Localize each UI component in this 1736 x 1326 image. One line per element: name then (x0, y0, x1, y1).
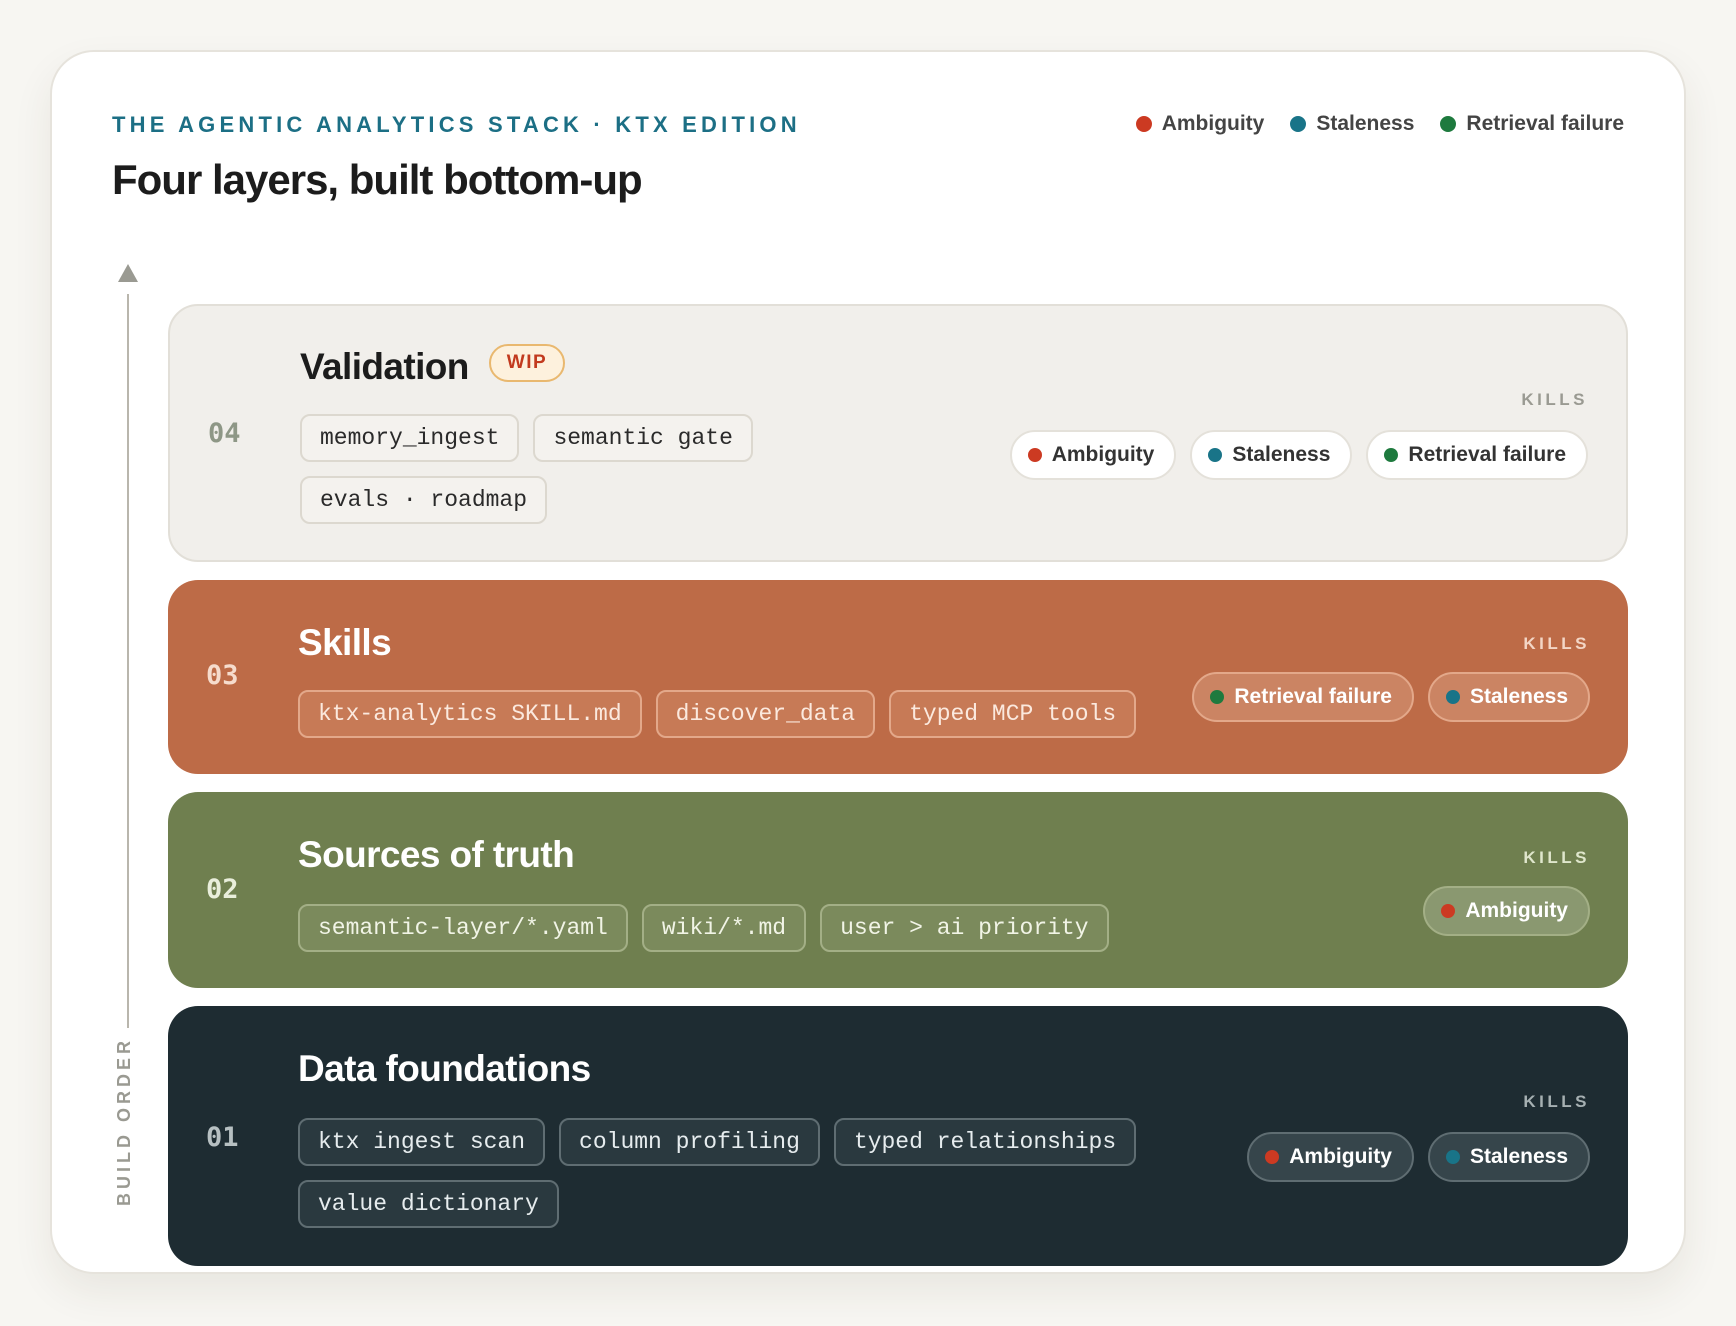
layer-title: Skills (298, 622, 392, 663)
kills-label: KILLS (1521, 390, 1588, 409)
stack-card: THE AGENTIC ANALYTICS STACK · KTX EDITIO… (50, 50, 1686, 1274)
green-dot-icon (1210, 690, 1225, 704)
tag: semantic-layer/*.yaml (298, 904, 628, 952)
green-dot-icon (1384, 448, 1399, 462)
blue-dot-icon (1445, 690, 1460, 704)
red-dot-icon (1135, 116, 1152, 132)
tag: user > ai priority (820, 904, 1109, 952)
tag: memory_ingest (300, 414, 520, 462)
layer-sources-of-truth: 02 Sources of truth semantic-layer/*.yam… (168, 792, 1628, 988)
tag: semantic gate (533, 414, 753, 462)
kill-label: Ambiguity (1289, 1145, 1392, 1168)
kicker: THE AGENTIC ANALYTICS STACK · KTX EDITIO… (112, 112, 801, 137)
axis-label: BUILD ORDER (114, 1037, 134, 1206)
tag: discover_data (655, 690, 876, 738)
red-dot-icon (1441, 904, 1456, 918)
tag: typed relationships (833, 1118, 1137, 1166)
page-title: Four layers, built bottom-up (112, 156, 643, 203)
layer-number: 02 (206, 874, 239, 905)
tag: typed MCP tools (889, 690, 1137, 738)
layer-number: 01 (206, 1122, 239, 1153)
tag-list: ktx-analytics SKILL.md discover_data typ… (298, 690, 1137, 738)
arrow-up-icon (118, 264, 138, 282)
kill-label: Ambiguity (1051, 443, 1155, 466)
layer-number: 03 (206, 660, 239, 691)
build-order-axis (127, 294, 129, 1028)
kill-label: Staleness (1469, 685, 1568, 708)
kill-pill-ambiguity: Ambiguity (1423, 886, 1590, 936)
layer-title: Validation WIP (300, 344, 566, 388)
kill-label: Retrieval failure (1234, 685, 1392, 708)
kill-pill-staleness: Staleness (1427, 672, 1590, 722)
red-dot-icon (1265, 1150, 1280, 1164)
legend: Ambiguity Staleness Retrieval failure (1135, 112, 1624, 136)
kill-pill-retrieval-failure: Retrieval failure (1366, 430, 1588, 480)
tag-list: ktx ingest scan column profiling typed r… (298, 1118, 1178, 1228)
blue-dot-icon (1445, 1150, 1460, 1164)
tag: value dictionary (298, 1180, 559, 1228)
kill-label: Staleness (1232, 443, 1331, 466)
kill-pill-ambiguity: Ambiguity (1009, 430, 1177, 480)
legend-item-retrieval-failure: Retrieval failure (1440, 112, 1624, 136)
kills-label: KILLS (1523, 634, 1590, 653)
kill-pill-staleness: Staleness (1190, 430, 1353, 480)
tag: ktx-analytics SKILL.md (298, 690, 642, 738)
kills-label: KILLS (1523, 1092, 1590, 1111)
legend-item-staleness: Staleness (1290, 112, 1414, 136)
layer-title-text: Validation (300, 346, 469, 387)
red-dot-icon (1027, 448, 1042, 462)
kill-pill-staleness: Staleness (1427, 1132, 1590, 1182)
green-dot-icon (1440, 116, 1457, 132)
wip-badge: WIP (488, 344, 566, 383)
layer-title: Data foundations (298, 1048, 591, 1089)
kills-label: KILLS (1523, 848, 1590, 867)
legend-label: Retrieval failure (1466, 112, 1624, 135)
kill-pill-retrieval-failure: Retrieval failure (1192, 672, 1414, 722)
layer-data-foundations: 01 Data foundations ktx ingest scan colu… (168, 1006, 1628, 1266)
layer-number: 04 (208, 418, 241, 449)
tag-list: memory_ingest semantic gate evals · road… (300, 414, 760, 524)
tag-list: semantic-layer/*.yaml wiki/*.md user > a… (298, 904, 1109, 952)
legend-item-ambiguity: Ambiguity (1135, 112, 1265, 136)
tag: ktx ingest scan (298, 1118, 546, 1166)
kills-list: Retrieval failure Staleness (1192, 672, 1590, 722)
legend-label: Ambiguity (1161, 112, 1265, 135)
tag: wiki/*.md (641, 904, 807, 952)
tag: evals · roadmap (300, 476, 548, 524)
kills-list: Ambiguity Staleness (1247, 1132, 1590, 1182)
legend-label: Staleness (1316, 112, 1415, 135)
tag: column profiling (559, 1118, 820, 1166)
kill-label: Ambiguity (1465, 899, 1568, 922)
kill-label: Retrieval failure (1408, 443, 1566, 466)
kills-list: Ambiguity (1423, 886, 1590, 936)
blue-dot-icon (1208, 448, 1223, 462)
kill-pill-ambiguity: Ambiguity (1247, 1132, 1414, 1182)
layer-title: Sources of truth (298, 834, 575, 875)
kill-label: Staleness (1469, 1145, 1568, 1168)
layer-validation: 04 Validation WIP memory_ingest semantic … (168, 304, 1628, 562)
blue-dot-icon (1290, 116, 1307, 132)
layer-skills: 03 Skills ktx-analytics SKILL.md discove… (168, 580, 1628, 774)
kills-list: Ambiguity Staleness Retrieval failure (1009, 430, 1588, 480)
